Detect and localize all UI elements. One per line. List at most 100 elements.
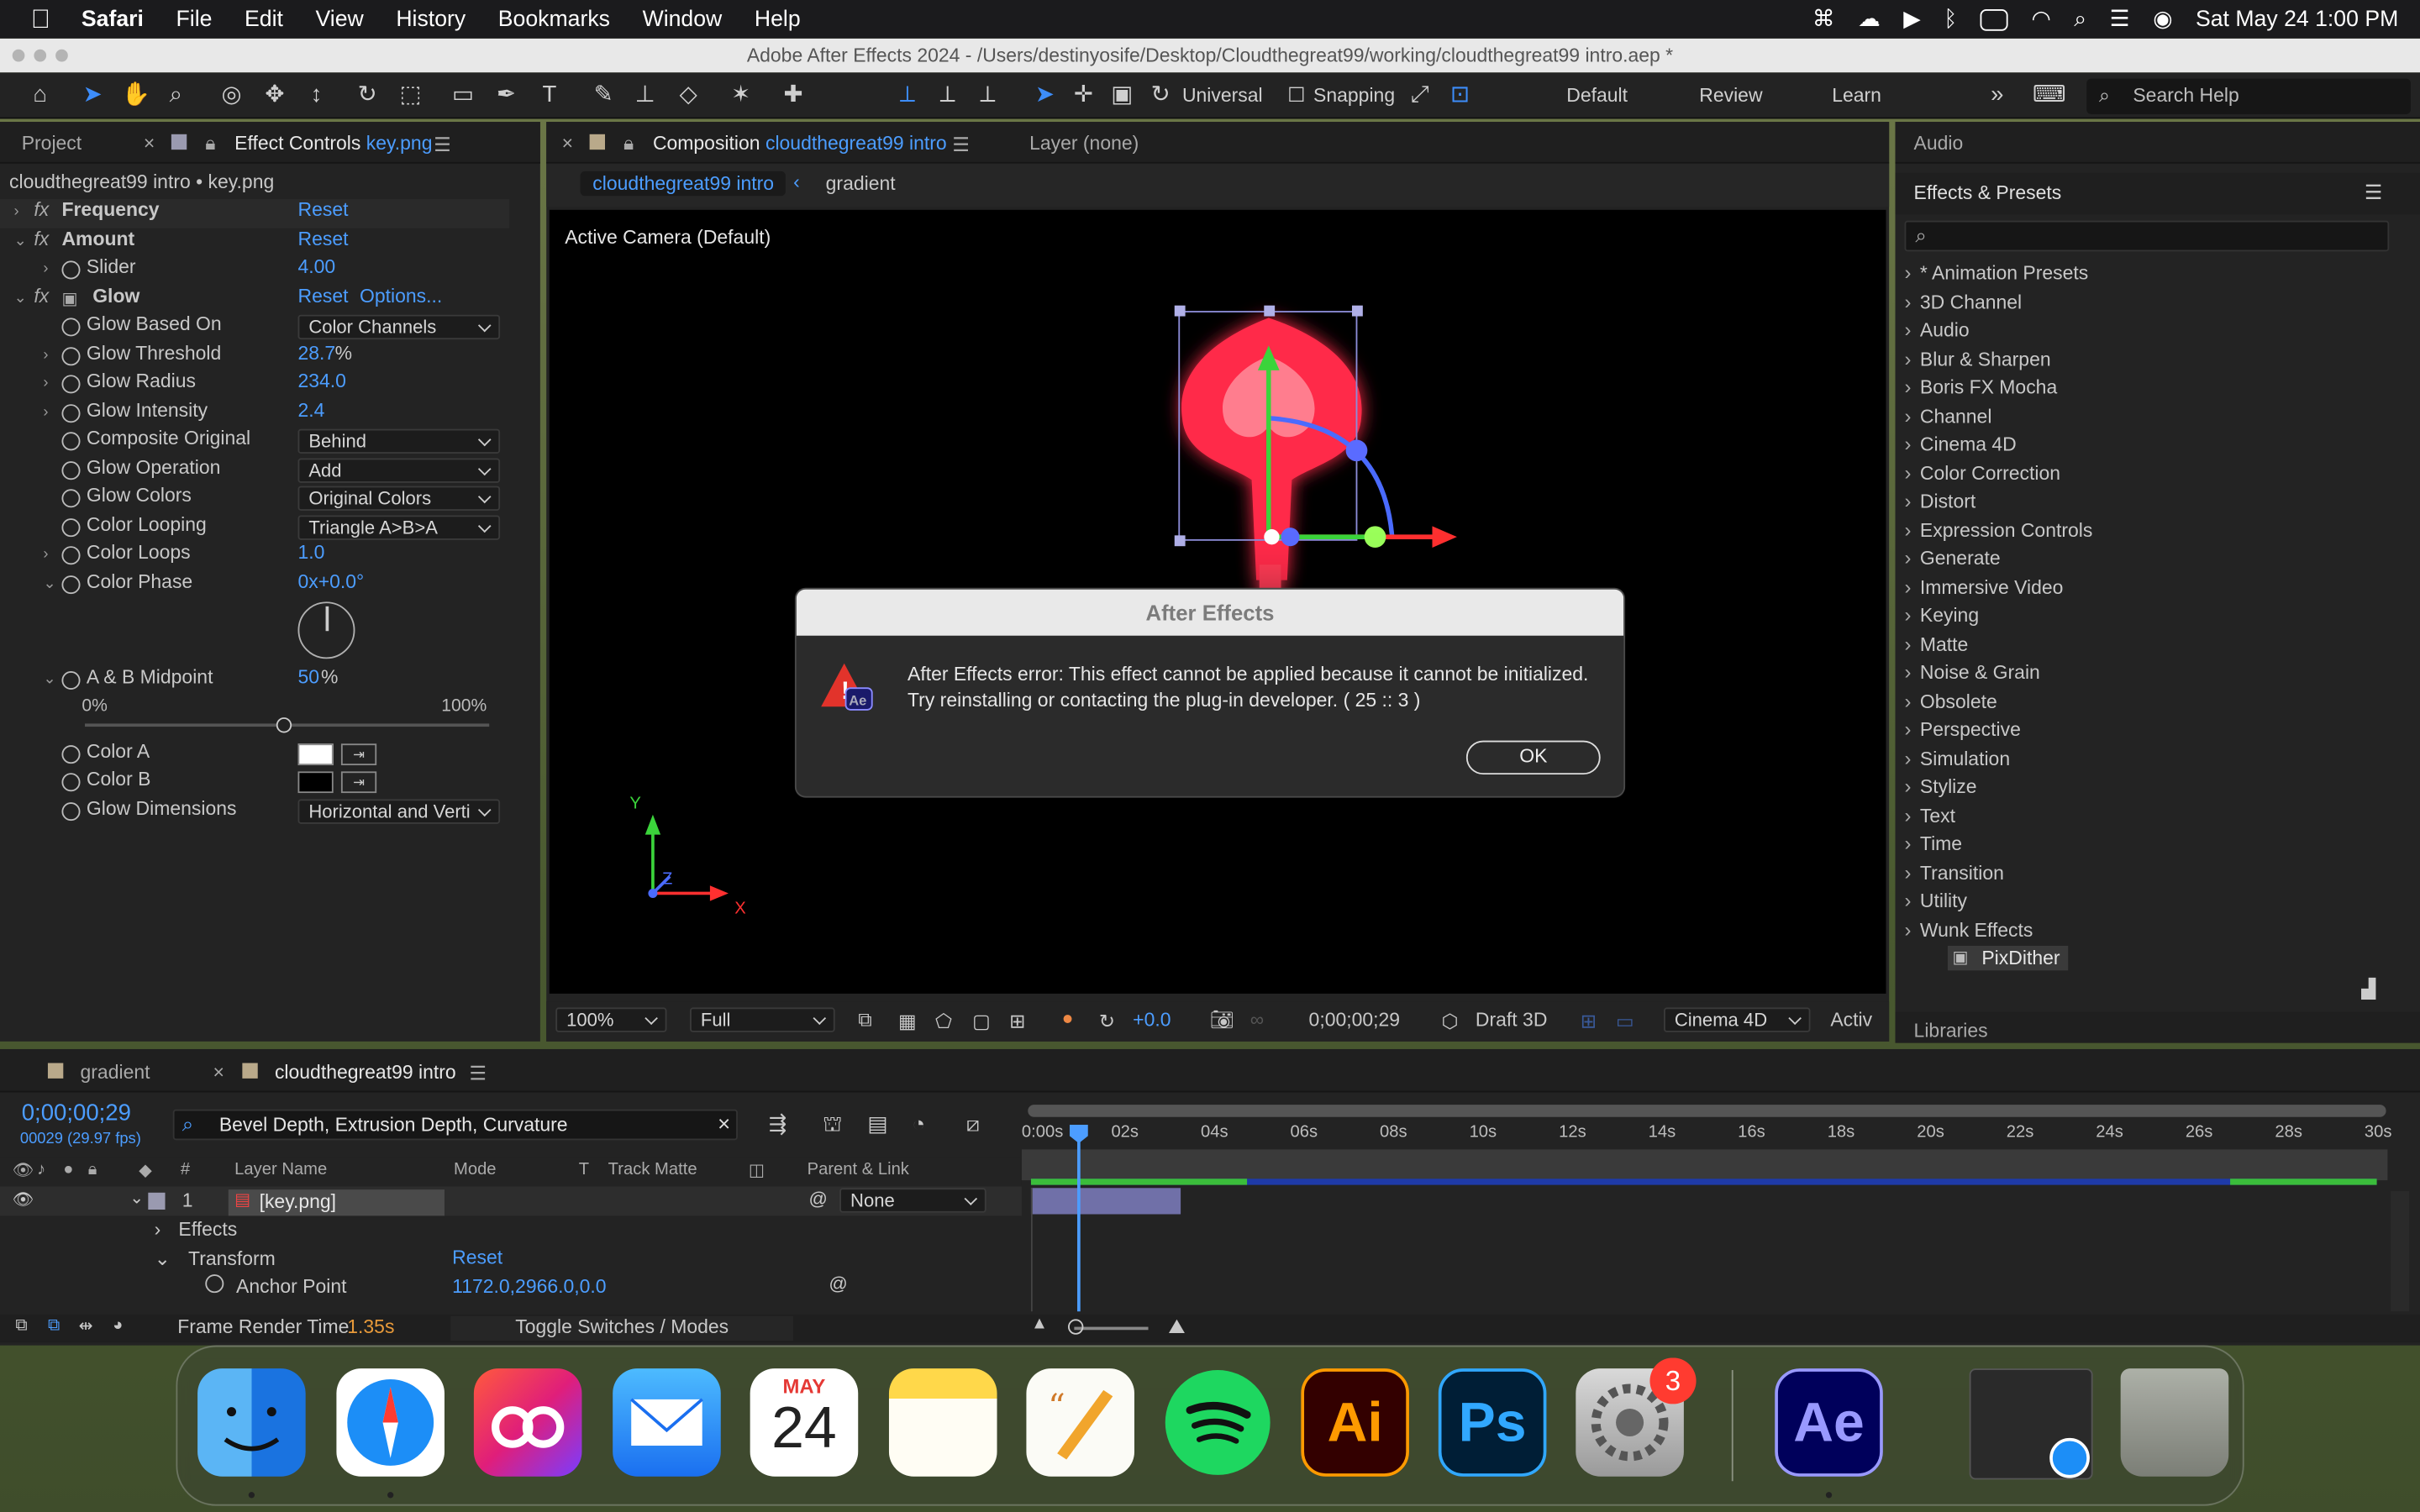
menu-file[interactable]: File <box>176 7 213 31</box>
effect-category-item[interactable]: Text <box>1905 803 1955 827</box>
fx-icon[interactable]: fx <box>34 199 49 221</box>
calendar-icon[interactable]: MAY 24 <box>750 1368 859 1477</box>
stopwatch-icon[interactable] <box>61 575 81 594</box>
effect-category-item[interactable]: 3D Channel <box>1905 289 2022 312</box>
spotify-icon[interactable] <box>1164 1368 1272 1477</box>
effect-category-item[interactable]: Matte <box>1905 632 1968 655</box>
effect-row-frequency[interactable]: › fx Frequency Reset <box>0 198 510 228</box>
libraries-panel-header[interactable]: Libraries <box>1895 1011 2420 1043</box>
menu-app[interactable]: Safari <box>82 7 144 31</box>
frame-blending-icon[interactable]: ▤ <box>867 1110 887 1137</box>
search-help-input[interactable]: ⌕ Search Help <box>2086 78 2411 114</box>
3d-ground-icon[interactable]: ▭ <box>1616 1009 1634 1032</box>
effects-group[interactable]: › Effects <box>155 1219 238 1241</box>
snap-options-icon[interactable]: ⤢ <box>1404 81 1435 112</box>
eyedropper-icon[interactable]: ⇥ <box>340 771 377 794</box>
renderer-dropdown[interactable]: Cinema 4D <box>1664 1007 1811 1032</box>
col-layer-name[interactable]: Layer Name <box>234 1160 327 1179</box>
timeline-zoom-handle[interactable] <box>1068 1319 1084 1335</box>
close-tab-icon[interactable]: × <box>213 1062 224 1084</box>
param-value[interactable]: 0x+0.0° <box>297 570 364 592</box>
effect-category-item[interactable]: Expression Controls <box>1905 517 2092 541</box>
param-value[interactable]: 1.0 <box>297 542 324 564</box>
show-snapshot-icon[interactable]: ∞ <box>1250 1009 1264 1031</box>
fast-preview-icon[interactable]: ⧉ <box>858 1009 871 1032</box>
view-axis-icon[interactable]: ⟂ <box>972 81 1003 112</box>
stopwatch-icon[interactable] <box>61 801 81 821</box>
extension-icon[interactable]: ⌘ <box>1812 7 1835 31</box>
tab-gradient-timeline[interactable]: gradient <box>81 1062 150 1084</box>
param-row-composite-original[interactable]: Composite Original Behind <box>0 428 509 456</box>
effect-category-item[interactable]: * Animation Presets <box>1905 260 2088 284</box>
pen-tool-icon[interactable]: ✒ <box>491 81 522 112</box>
stopwatch-icon[interactable] <box>205 1274 224 1294</box>
panel-menu-icon[interactable]: ☰ <box>2365 181 2382 205</box>
param-row-ab-midpoint[interactable]: ⌄ A & B Midpoint 50 % <box>0 666 509 695</box>
layer-switches-icon[interactable]: ⧉ <box>15 1316 27 1336</box>
stopwatch-icon[interactable] <box>61 460 81 480</box>
pixdither-item[interactable]: ▣ PixDither <box>1947 945 2069 971</box>
playhead-line[interactable] <box>1077 1126 1081 1312</box>
effect-row-glow[interactable]: ⌄ fx ▣ Glow Reset Options... <box>0 285 509 313</box>
pan-camera-icon[interactable]: ✥ <box>260 81 291 112</box>
dolly-camera-icon[interactable]: ↕ <box>301 81 332 112</box>
mail-icon[interactable] <box>613 1368 721 1477</box>
time-ruler-track[interactable] <box>1021 1149 2388 1181</box>
glow-colors-dropdown[interactable]: Original Colors <box>297 486 501 511</box>
rotate-tool-icon[interactable]: ↻ <box>352 81 383 112</box>
options-button[interactable]: Options... <box>360 285 442 307</box>
stopwatch-icon[interactable] <box>61 260 81 280</box>
effect-category-item[interactable]: Noise & Grain <box>1905 660 2040 684</box>
control-center-icon[interactable]: ☰ <box>2110 7 2130 31</box>
anchor-tool-icon[interactable]: ⬚ <box>395 81 426 112</box>
lock-icon[interactable]: 🔒︎ <box>88 1160 97 1180</box>
reset-button[interactable]: Reset <box>297 199 348 221</box>
zoom-dropdown[interactable]: 100% <box>555 1007 667 1032</box>
param-row-glow-dimensions[interactable]: Glow Dimensions Horizontal and Verti <box>0 797 509 826</box>
param-row-color-loops[interactable]: › Color Loops 1.0 <box>0 542 509 570</box>
workspace-review[interactable]: Review <box>1699 85 1762 107</box>
zoom-out-icon[interactable]: ▲ <box>1031 1315 1048 1333</box>
timeline-zoom-slider[interactable] <box>1074 1326 1149 1330</box>
work-area-bar[interactable] <box>1028 1105 2386 1117</box>
effect-category-item[interactable]: Obsolete <box>1905 689 1997 712</box>
snap-target-icon[interactable]: ⊡ <box>1444 81 1476 112</box>
spotlight-icon[interactable]: ⌕ <box>2074 7 2086 31</box>
param-row-glow-radius[interactable]: › Glow Radius 234.0 <box>0 370 509 399</box>
timecode-display[interactable]: 0;00;00;29 <box>1309 1009 1401 1031</box>
menu-bookmarks[interactable]: Bookmarks <box>498 7 610 31</box>
puppet-tool-icon[interactable]: ✚ <box>778 81 809 112</box>
selection-tool-icon[interactable]: ➤ <box>77 81 108 112</box>
pick-whip-icon[interactable]: @ <box>808 1188 827 1210</box>
effect-category-item[interactable]: Audio <box>1905 318 1970 341</box>
move-tool-icon[interactable]: ✛ <box>1068 81 1099 112</box>
param-row-color-a[interactable]: Color A ⇥ <box>0 740 509 769</box>
param-row-glow-intensity[interactable]: › Glow Intensity 2.4 <box>0 399 509 428</box>
comp-mini-flowchart-icon[interactable]: ⇶ <box>769 1110 787 1137</box>
effect-category-item[interactable]: Wunk Effects <box>1905 917 2033 941</box>
close-tab-icon[interactable]: × <box>562 133 573 155</box>
effects-search-input[interactable]: ⌕ <box>1904 220 2390 252</box>
param-row-glow-threshold[interactable]: › Glow Threshold 28.7 % <box>0 342 509 370</box>
illustrator-icon[interactable]: Ai <box>1301 1368 1409 1477</box>
scale-tool-icon[interactable]: ▣ <box>1107 81 1138 112</box>
move-gizmo-icon[interactable]: ➤ <box>1029 81 1060 112</box>
region-of-interest-icon[interactable]: ▢ <box>972 1009 991 1032</box>
param-value[interactable]: 28.7 <box>297 342 335 364</box>
timeline-scrollbar[interactable] <box>2391 1190 2410 1312</box>
param-value[interactable]: 2.4 <box>297 399 324 421</box>
parent-dropdown[interactable]: None <box>839 1188 986 1213</box>
play-icon[interactable]: ▶ <box>1903 7 1920 31</box>
type-tool-icon[interactable]: T <box>534 81 566 112</box>
composite-original-dropdown[interactable]: Behind <box>297 428 501 454</box>
clear-search-icon[interactable]: × <box>718 1110 730 1135</box>
menu-edit[interactable]: Edit <box>245 7 283 31</box>
effect-category-item[interactable]: Color Correction <box>1905 460 2060 484</box>
stopwatch-icon[interactable] <box>61 489 81 508</box>
anchor-point-value[interactable]: 1172.0,2966.0,0.0 <box>452 1276 606 1298</box>
stopwatch-icon[interactable] <box>61 403 81 423</box>
effect-category-item[interactable]: Utility <box>1905 889 1967 912</box>
menu-window[interactable]: Window <box>643 7 723 31</box>
snapping-label[interactable]: Snapping <box>1313 85 1395 107</box>
menu-view[interactable]: View <box>315 7 363 31</box>
